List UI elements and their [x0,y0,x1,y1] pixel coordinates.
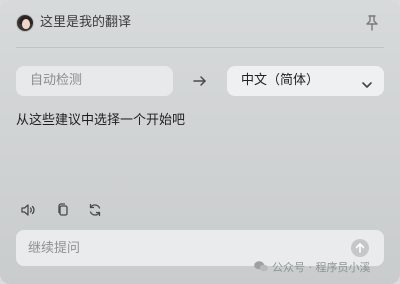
target-language-label: 中文（简体） [241,73,320,88]
suggestion-prompt: 从这些建议中选择一个开始吧 [16,113,186,128]
watermark-text: 公众号 · 程序员小溪 [272,261,371,274]
panel-title: 这里是我的翻译 [40,15,132,30]
header: 这里是我的翻译 [0,0,400,47]
translation-panel: 这里是我的翻译 自动检测 中文（简体） 从这些建议中选择一个开始吧 继续提问 公… [0,0,400,284]
refresh-icon[interactable] [87,202,103,218]
chevron-down-icon [360,74,374,88]
avatar-icon[interactable] [16,14,34,32]
watermark: 公众号 · 程序员小溪 [254,260,371,276]
send-arrow-up-icon[interactable] [351,239,369,257]
pin-icon[interactable] [364,14,380,32]
header-divider [16,47,384,48]
speaker-icon[interactable] [20,202,36,218]
source-language-select[interactable]: 自动检测 [16,66,173,96]
wechat-icon [254,261,268,272]
target-language-select[interactable]: 中文（简体） [227,66,384,96]
arrow-right-icon [190,71,210,91]
copy-icon[interactable] [55,202,71,218]
language-row: 自动检测 中文（简体） [16,66,384,96]
